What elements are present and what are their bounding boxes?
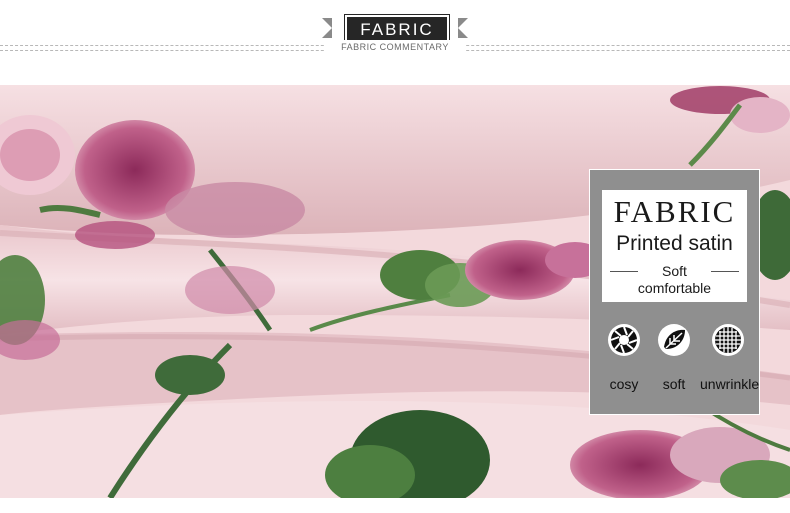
section-subtitle: FABRIC COMMENTARY (325, 40, 465, 52)
grid-circle-icon (710, 322, 746, 358)
card-title: FABRIC (613, 194, 736, 229)
leaf-icon (656, 322, 692, 358)
material-qualities: Soft comfortable (602, 263, 747, 297)
material-name: Printed satin (616, 232, 733, 255)
feature-soft: soft (646, 322, 702, 392)
quality-comfortable: comfortable (637, 280, 712, 296)
feature-unwrinkle: unwrinkle (700, 322, 760, 392)
fabric-info-panel: FABRIC Printed satin Soft comfortable (602, 190, 747, 302)
feature-cosy: cosy (596, 322, 652, 392)
feature-label: unwrinkle (700, 376, 760, 392)
quality-soft: Soft (662, 263, 687, 279)
section-header: FABRIC FABRIC COMMENTARY (0, 0, 790, 80)
feature-label: cosy (609, 376, 639, 392)
ribbon-tail-left (322, 18, 332, 38)
ribbon-tail-right (458, 18, 468, 38)
aperture-icon (606, 322, 642, 358)
feature-label: soft (662, 376, 686, 392)
fabric-info-card: FABRIC Printed satin Soft comfortable co… (589, 169, 760, 415)
